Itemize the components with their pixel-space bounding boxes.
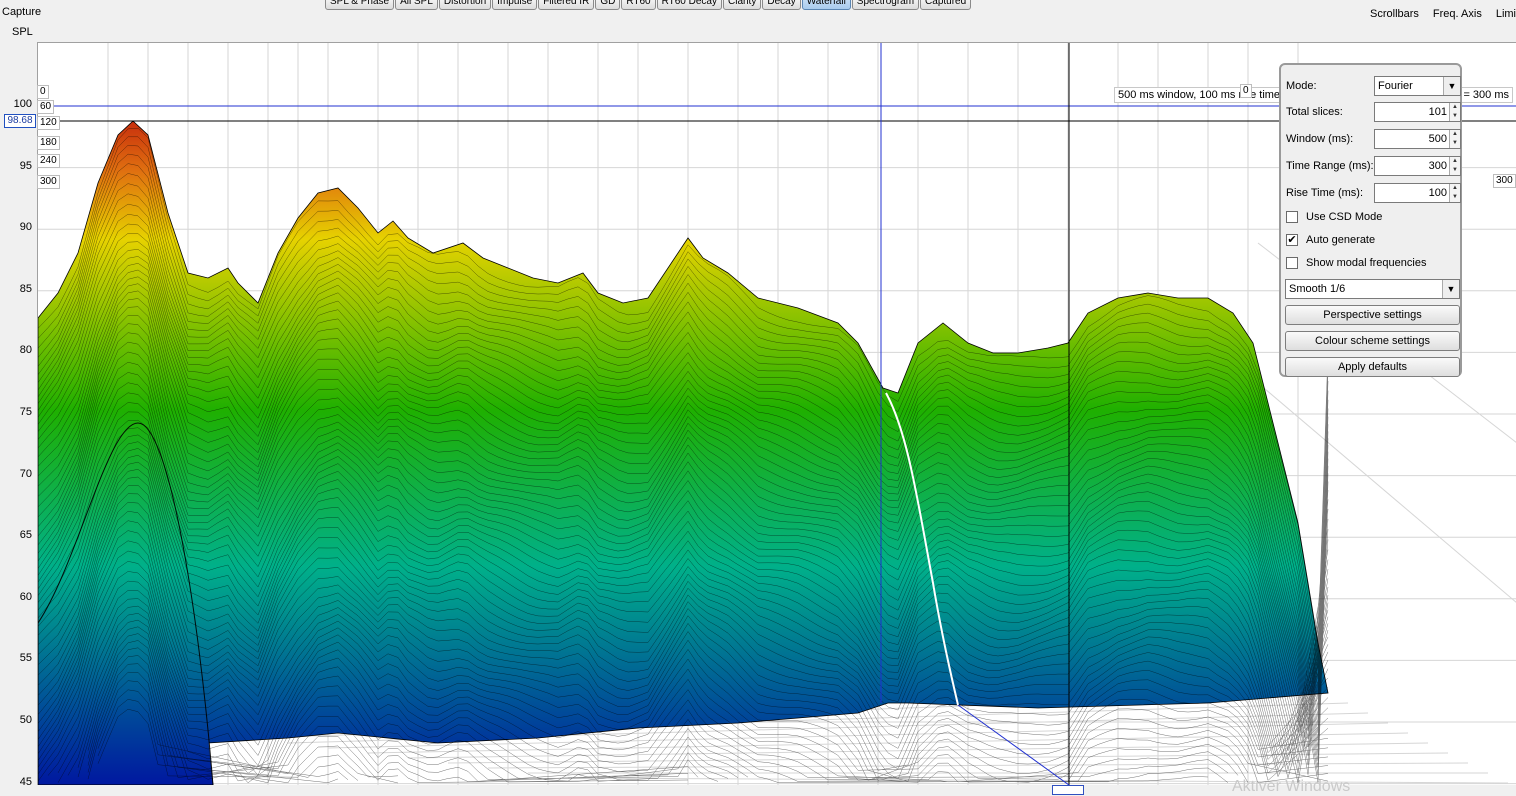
tab-rt60-decay[interactable]: RT60 Decay <box>656 0 722 10</box>
apply-defaults-button[interactable]: Apply defaults <box>1285 357 1460 377</box>
chevron-down-icon[interactable]: ▼ <box>1442 280 1459 298</box>
spin-down-icon[interactable]: ▼ <box>1450 193 1460 202</box>
top-right-toolbar: Scrollbars Freq. Axis Limi <box>1370 8 1516 20</box>
y-tick-label: 45 <box>19 775 32 788</box>
colour-scheme-settings-button[interactable]: Colour scheme settings <box>1285 331 1460 351</box>
spin-up-icon[interactable]: ▲ <box>1450 130 1460 139</box>
mode-select[interactable]: Fourier ▼ <box>1374 76 1461 96</box>
y-tick-label: 95 <box>19 159 32 172</box>
time-slice-label: 0 <box>37 85 49 99</box>
time-range-spinner[interactable]: ▲▼ <box>1374 156 1461 176</box>
y-tick-label: 85 <box>19 282 32 295</box>
smoothing-select[interactable]: Smooth 1/6 ▼ <box>1285 279 1460 299</box>
time-slice-label: 300 <box>37 175 60 189</box>
show-modal-label: Show modal frequencies <box>1306 257 1427 269</box>
y-tick-label: 80 <box>19 344 32 357</box>
smoothing-value: Smooth 1/6 <box>1289 283 1346 295</box>
frequency-cursor-handle[interactable] <box>1052 785 1084 795</box>
spin-down-icon[interactable]: ▼ <box>1450 139 1460 148</box>
tab-impulse[interactable]: Impulse <box>492 0 538 10</box>
checkbox-box[interactable] <box>1286 211 1298 223</box>
cursor-level-readout: 98.68 <box>4 114 36 128</box>
window-label: Window (ms): <box>1286 133 1354 145</box>
tab-spl-phase[interactable]: SPL & Phase <box>325 0 395 10</box>
scrollbars-button[interactable]: Scrollbars <box>1370 8 1419 20</box>
mode-value: Fourier <box>1378 80 1413 92</box>
time-slice-label: 120 <box>37 116 60 130</box>
auto-generate-label: Auto generate <box>1306 234 1376 246</box>
y-tick-label: 65 <box>19 529 32 542</box>
y-tick-label: 100 <box>13 98 32 110</box>
activation-watermark: Aktiver Windows <box>1232 778 1351 795</box>
y-axis-title: SPL <box>12 26 33 38</box>
total-slices-label: Total slices: <box>1286 106 1343 118</box>
spin-up-icon[interactable]: ▲ <box>1450 157 1460 166</box>
tab-decay[interactable]: Decay <box>762 0 801 10</box>
total-slices-input[interactable] <box>1377 104 1447 120</box>
mode-label: Mode: <box>1286 80 1317 92</box>
y-tick-label: 50 <box>19 714 32 726</box>
time-range-input[interactable] <box>1377 158 1447 174</box>
limits-button[interactable]: Limi <box>1496 8 1516 20</box>
rise-time-spinner[interactable]: ▲▼ <box>1374 183 1461 203</box>
time-slice-label: 180 <box>37 136 60 150</box>
spin-up-icon[interactable]: ▲ <box>1450 103 1460 112</box>
tab-waterfall[interactable]: Waterfall <box>801 0 851 10</box>
time-slice-label: 300 <box>1493 174 1516 188</box>
spin-up-icon[interactable]: ▲ <box>1450 184 1460 193</box>
time-slice-label: 240 <box>37 154 60 168</box>
y-tick-label: 60 <box>19 590 32 603</box>
time-range-label: Time Range (ms): <box>1286 160 1374 172</box>
tab-clarity[interactable]: Clarity <box>723 0 762 10</box>
waterfall-controls-panel: Mode: Fourier ▼ Total slices: ▲▼ Window … <box>1279 63 1462 377</box>
freq-axis-button[interactable]: Freq. Axis <box>1433 8 1482 20</box>
total-slices-spinner[interactable]: ▲▼ <box>1374 102 1461 122</box>
rise-time-input[interactable] <box>1377 185 1447 201</box>
capture-label: Capture <box>2 6 42 18</box>
y-tick-label: 75 <box>19 406 32 418</box>
y-tick-label: 70 <box>19 467 32 480</box>
tab-filtered-ir[interactable]: Filtered IR <box>538 0 595 10</box>
tab-distortion[interactable]: Distortion <box>438 0 492 10</box>
time-slice-label: 60 <box>37 100 55 114</box>
checkbox-box[interactable] <box>1286 257 1298 269</box>
checkbox-box[interactable]: ✔ <box>1286 234 1298 246</box>
time-slice-label: 0 <box>1240 84 1252 98</box>
y-tick-label: 55 <box>19 652 32 665</box>
chevron-down-icon[interactable]: ▼ <box>1443 77 1460 95</box>
spin-down-icon[interactable]: ▼ <box>1450 166 1460 175</box>
use-csd-label: Use CSD Mode <box>1306 211 1383 223</box>
tab-gd[interactable]: GD <box>595 0 621 10</box>
tab-all-spl[interactable]: All SPL <box>395 0 438 10</box>
tab-captured[interactable]: Captured <box>920 0 972 10</box>
tab-rt60[interactable]: RT60 <box>621 0 656 10</box>
graph-tab-bar: SPL & Phase All SPL Distortion Impulse Filte… <box>325 0 972 10</box>
rise-time-label: Rise Time (ms): <box>1286 187 1363 199</box>
y-tick-label: 90 <box>19 221 32 234</box>
perspective-settings-button[interactable]: Perspective settings <box>1285 305 1460 325</box>
window-input[interactable] <box>1377 131 1447 147</box>
spin-down-icon[interactable]: ▼ <box>1450 112 1460 121</box>
window-spinner[interactable]: ▲▼ <box>1374 129 1461 149</box>
tab-spectrogram[interactable]: Spectrogram <box>851 0 920 10</box>
